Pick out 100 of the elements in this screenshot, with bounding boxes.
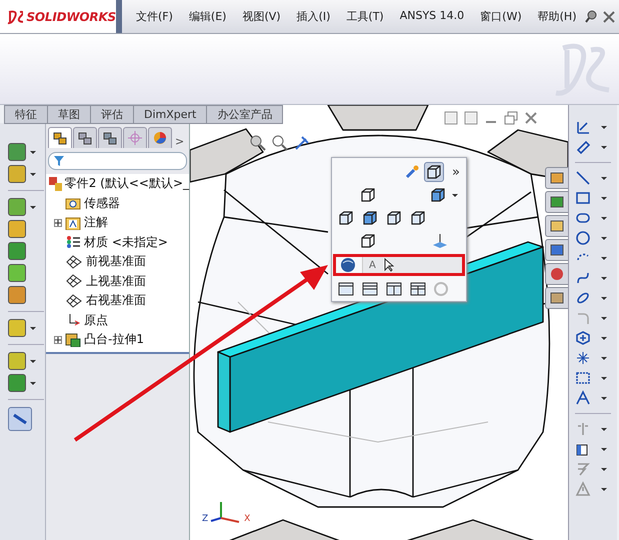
close-icon[interactable]	[602, 10, 615, 24]
ellipse-icon[interactable]	[575, 290, 591, 306]
slot-icon[interactable]	[575, 210, 591, 226]
feature-tool-icon[interactable]	[8, 374, 26, 392]
feature-tool-icon[interactable]	[8, 143, 26, 161]
panel-tab[interactable]	[73, 127, 97, 148]
point-icon[interactable]	[575, 350, 591, 366]
caret-icon[interactable]	[601, 488, 607, 490]
caret-icon[interactable]	[601, 468, 607, 470]
caret-icon[interactable]	[30, 172, 36, 176]
clipboard-icon	[550, 291, 564, 305]
filter-field[interactable]	[48, 152, 187, 170]
caret-icon[interactable]	[601, 376, 607, 380]
dashed-rectangle-icon[interactable]	[575, 370, 591, 386]
feature-tool-icon[interactable]	[8, 264, 26, 282]
tree-item[interactable]: 凸台-拉伸1	[84, 331, 144, 348]
dimension-icon[interactable]	[575, 139, 591, 155]
task-pane-tab[interactable]	[545, 167, 568, 189]
feature-tool-icon[interactable]	[8, 220, 26, 238]
cube-icon	[410, 210, 426, 226]
sketch-icon[interactable]	[575, 119, 591, 135]
caret-icon[interactable]	[601, 296, 607, 300]
caret-icon[interactable]	[601, 126, 607, 128]
task-pane-tab[interactable]	[545, 215, 568, 237]
menu-item[interactable]: ANSYS 14.0	[392, 9, 472, 24]
feature-tool-icon[interactable]	[8, 198, 26, 216]
panel-tab[interactable]	[48, 127, 72, 148]
list-icon	[550, 243, 564, 257]
tree-item[interactable]: 上视基准面	[86, 272, 146, 290]
caret-icon[interactable]	[452, 194, 458, 196]
feature-tool-icon[interactable]	[8, 352, 26, 370]
command-tab[interactable]: 办公室产品	[207, 105, 284, 124]
caret-icon[interactable]	[601, 196, 607, 200]
zoom-icon[interactable]	[250, 135, 266, 151]
zoom-icon[interactable]	[272, 135, 288, 151]
menu-item[interactable]: 视图(V)	[234, 9, 289, 24]
command-tab[interactable]: 评估	[91, 105, 134, 124]
normal-to-icon[interactable]	[432, 233, 448, 249]
cube-icon	[430, 187, 446, 203]
tree-item[interactable]: 传感器	[84, 194, 120, 212]
section-icon[interactable]	[294, 135, 310, 151]
logo-mark-icon	[6, 8, 24, 24]
menu-item[interactable]: 文件(F)	[128, 9, 181, 24]
caret-icon[interactable]	[601, 216, 607, 220]
polygon-icon[interactable]	[575, 330, 591, 346]
text-icon[interactable]	[575, 390, 591, 406]
caret-icon[interactable]	[30, 150, 36, 154]
tree-root[interactable]: 零件2 (默认<<默认>_	[64, 175, 189, 192]
circle-icon[interactable]	[575, 230, 591, 246]
more-tabs[interactable]: >	[173, 135, 184, 148]
command-tab[interactable]: 草图	[48, 105, 91, 124]
caret-icon[interactable]	[601, 276, 607, 280]
tree-item[interactable]: 注解	[84, 214, 108, 232]
caret-icon[interactable]	[30, 360, 36, 362]
tree-item[interactable]: 材质 <未指定>	[84, 234, 168, 251]
menu-item[interactable]: 插入(I)	[288, 9, 338, 24]
expand-icon[interactable]	[54, 336, 62, 344]
expand-icon[interactable]	[54, 218, 62, 227]
spotlight-icon[interactable]	[404, 164, 420, 180]
command-tab[interactable]: 特征	[4, 105, 48, 124]
task-pane-tab[interactable]	[545, 287, 568, 309]
caret-icon[interactable]	[601, 236, 607, 240]
task-pane-tab[interactable]	[545, 239, 568, 261]
feature-tool-icon[interactable]	[8, 319, 26, 337]
caret-icon[interactable]	[30, 382, 36, 384]
feature-tool-icon[interactable]	[8, 165, 26, 183]
menu-item[interactable]: 工具(T)	[338, 9, 392, 24]
caret-icon[interactable]	[601, 428, 607, 430]
expand-button[interactable]: »	[448, 164, 464, 180]
caret-icon[interactable]	[30, 326, 36, 330]
task-pane-tab[interactable]	[545, 191, 568, 213]
command-tab[interactable]: DimXpert	[134, 105, 208, 124]
caret-icon[interactable]	[601, 316, 607, 320]
tree-item[interactable]: 前视基准面	[86, 253, 146, 270]
close-icon[interactable]	[524, 111, 538, 125]
view-search-field[interactable]: A	[362, 257, 462, 273]
menu-item[interactable]: 帮助(H)	[530, 9, 584, 24]
caret-icon[interactable]	[30, 206, 36, 208]
tree-item[interactable]: 右视基准面	[86, 292, 146, 310]
feature-tool-icon[interactable]	[8, 286, 26, 304]
caret-icon[interactable]	[601, 356, 607, 360]
menu-item[interactable]: 窗口(W)	[472, 9, 530, 24]
tree-item[interactable]: 原点	[84, 312, 108, 329]
caret-icon[interactable]	[601, 336, 607, 340]
spline-icon[interactable]	[575, 270, 591, 286]
caret-icon[interactable]	[601, 176, 607, 180]
view-cube-button[interactable]	[424, 162, 444, 182]
line-icon[interactable]	[575, 170, 591, 186]
measure-tool-button[interactable]	[8, 407, 32, 431]
feature-tool-icon[interactable]	[8, 242, 26, 260]
caret-icon[interactable]	[601, 448, 607, 450]
caret-icon[interactable]	[601, 146, 607, 148]
caret-icon[interactable]	[601, 396, 607, 400]
panel-tab[interactable]	[98, 127, 122, 148]
caret-icon[interactable]	[601, 256, 607, 260]
globe-icon[interactable]	[340, 257, 358, 273]
rectangle-icon[interactable]	[575, 190, 591, 206]
restore-icon[interactable]	[504, 111, 518, 125]
task-pane-tab[interactable]	[545, 263, 568, 285]
menu-item[interactable]: 编辑(E)	[180, 9, 234, 24]
